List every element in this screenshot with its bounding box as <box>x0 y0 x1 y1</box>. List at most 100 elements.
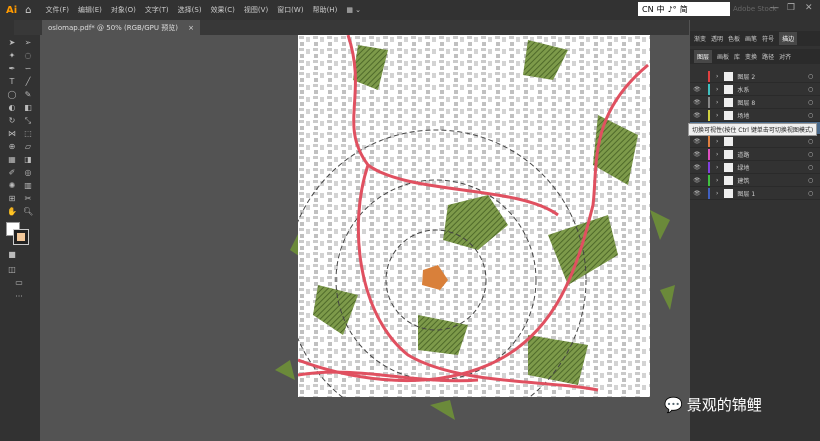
type-tool-icon[interactable]: T <box>7 77 17 87</box>
target-circle-icon[interactable]: ○ <box>808 99 820 106</box>
blend-icon[interactable]: ◎ <box>23 168 33 178</box>
screen-mode-icon[interactable]: ▭ <box>14 278 24 288</box>
selection-tool-icon[interactable]: ➤ <box>7 38 17 48</box>
magic-wand-icon[interactable]: ✦ <box>7 51 17 61</box>
graph-icon[interactable]: ▥ <box>23 181 33 191</box>
tab-pathfinder[interactable]: 路径 <box>762 52 774 61</box>
expand-chevron-icon[interactable]: › <box>716 86 718 93</box>
eye-icon[interactable]: 👁︎ <box>690 151 704 158</box>
target-circle-icon[interactable]: ○ <box>808 164 820 171</box>
tab-libraries[interactable]: 库 <box>734 52 740 61</box>
curvature-icon[interactable]: ∽ <box>23 64 33 74</box>
line-tool-icon[interactable]: ╱ <box>23 77 33 87</box>
width-tool-icon[interactable]: ⋈ <box>7 129 17 139</box>
pen-tool-icon[interactable]: ✒ <box>7 64 17 74</box>
layer-row[interactable]: › 图层 2 ○ <box>690 70 820 83</box>
menu-view[interactable]: 视图(V) <box>244 5 268 15</box>
expand-chevron-icon[interactable]: › <box>716 112 718 119</box>
expand-chevron-icon[interactable]: › <box>716 177 718 184</box>
artboard-icon[interactable]: ⊞ <box>7 194 17 204</box>
menu-edit[interactable]: 编辑(E) <box>78 5 102 15</box>
expand-chevron-icon[interactable]: › <box>716 151 718 158</box>
tab-symbols[interactable]: 符号 <box>762 34 774 43</box>
eyedropper-icon[interactable]: ✐ <box>7 168 17 178</box>
restore-button[interactable]: ❐ <box>787 3 795 13</box>
target-circle-icon[interactable]: ○ <box>808 73 820 80</box>
direct-selection-tool-icon[interactable]: ➢ <box>23 38 33 48</box>
ime-toolbar[interactable]: CN 中 ♪° 简 <box>638 2 730 16</box>
target-circle-icon[interactable]: ○ <box>808 151 820 158</box>
layer-row[interactable]: 👁︎ › 图层 1 ○ <box>690 187 820 200</box>
tab-transform[interactable]: 变换 <box>745 52 757 61</box>
layer-row[interactable]: 👁︎ › ○ <box>690 135 820 148</box>
tab-brushes[interactable]: 画笔 <box>745 34 757 43</box>
hand-icon[interactable]: ✋ <box>7 207 17 217</box>
perspective-icon[interactable]: ▱ <box>23 142 33 152</box>
eye-icon[interactable]: 👁︎ <box>690 164 704 171</box>
workspace-switcher[interactable]: ▦ ⌄ <box>346 6 361 14</box>
pencil-icon[interactable]: ✎ <box>23 90 33 100</box>
layer-row[interactable]: 👁︎ › 场地 ○ <box>690 109 820 122</box>
eraser-icon[interactable]: ◧ <box>23 103 33 113</box>
expand-chevron-icon[interactable]: › <box>716 164 718 171</box>
eye-icon[interactable]: 👁︎ <box>690 112 704 119</box>
slice-icon[interactable]: ✂ <box>23 194 33 204</box>
eye-icon[interactable]: 👁︎ <box>690 190 704 197</box>
gradient-icon[interactable]: ◨ <box>23 155 33 165</box>
target-circle-icon[interactable]: ○ <box>808 138 820 145</box>
eye-icon[interactable]: 👁︎ <box>690 138 704 145</box>
stroke-swatch[interactable] <box>13 229 29 245</box>
target-circle-icon[interactable]: ○ <box>808 86 820 93</box>
mesh-icon[interactable]: ▦ <box>7 155 17 165</box>
expand-chevron-icon[interactable]: › <box>716 99 718 106</box>
expand-chevron-icon[interactable]: › <box>716 73 718 80</box>
layer-color-bar <box>708 96 710 108</box>
menu-window[interactable]: 窗口(W) <box>277 5 303 15</box>
layer-row[interactable]: 👁︎ › 道路 ○ <box>690 148 820 161</box>
tab-layers[interactable]: 图层 <box>694 50 713 63</box>
home-icon[interactable]: ⌂ <box>25 5 31 16</box>
tab-swatches[interactable]: 色板 <box>728 34 740 43</box>
draw-mode-icon[interactable]: ◫ <box>7 265 17 275</box>
color-mode-icon[interactable]: ■ <box>7 250 17 260</box>
more-tools-icon[interactable]: ··· <box>14 292 24 302</box>
ellipse-tool-icon[interactable]: ◯ <box>7 90 17 100</box>
close-button[interactable]: ✕ <box>805 3 813 13</box>
minimize-button[interactable]: — <box>770 3 779 13</box>
expand-chevron-icon[interactable]: › <box>716 138 718 145</box>
rotate-icon[interactable]: ↻ <box>7 116 17 126</box>
target-circle-icon[interactable]: ○ <box>808 190 820 197</box>
panel-collapse-bar[interactable] <box>690 20 820 31</box>
scale-icon[interactable]: ⤡ <box>23 116 33 126</box>
expand-chevron-icon[interactable]: › <box>716 190 718 197</box>
menu-select[interactable]: 选择(S) <box>178 5 202 15</box>
symbol-sprayer-icon[interactable]: ✺ <box>7 181 17 191</box>
menu-help[interactable]: 帮助(H) <box>313 5 338 15</box>
eye-icon[interactable]: 👁︎ <box>690 177 704 184</box>
free-transform-icon[interactable]: ⬚ <box>23 129 33 139</box>
layer-row[interactable]: 👁︎ › 绿地 ○ <box>690 161 820 174</box>
tab-align[interactable]: 对齐 <box>779 52 791 61</box>
eye-icon[interactable]: 👁︎ <box>690 99 704 106</box>
close-tab-icon[interactable]: × <box>188 24 194 32</box>
tab-gradient[interactable]: 渐变 <box>694 34 706 43</box>
eye-icon[interactable]: 👁︎ <box>690 86 704 93</box>
tab-artboards[interactable]: 画板 <box>717 52 729 61</box>
blob-brush-icon[interactable]: ◐ <box>7 103 17 113</box>
menu-object[interactable]: 对象(O) <box>111 5 136 15</box>
layer-row[interactable]: 👁︎ › 图层 8 ○ <box>690 96 820 109</box>
zoom-icon[interactable]: 🔍︎ <box>23 207 33 217</box>
document-tab[interactable]: oslomap.pdf* @ 50% (RGB/GPU 预览) × <box>42 20 201 35</box>
tab-stroke[interactable]: 描边 <box>779 32 798 45</box>
layer-row[interactable]: 👁︎ › 水系 ○ <box>690 83 820 96</box>
menu-file[interactable]: 文件(F) <box>46 5 70 15</box>
target-circle-icon[interactable]: ○ <box>808 177 820 184</box>
layer-row[interactable]: 👁︎ › 建筑 ○ <box>690 174 820 187</box>
menu-type[interactable]: 文字(T) <box>145 5 169 15</box>
lasso-icon[interactable]: ◌ <box>23 51 33 61</box>
menu-effect[interactable]: 效果(C) <box>211 5 235 15</box>
shape-builder-icon[interactable]: ⊕ <box>7 142 17 152</box>
tab-transparency[interactable]: 透明 <box>711 34 723 43</box>
artboard-map[interactable] <box>298 35 650 397</box>
target-circle-icon[interactable]: ○ <box>808 112 820 119</box>
